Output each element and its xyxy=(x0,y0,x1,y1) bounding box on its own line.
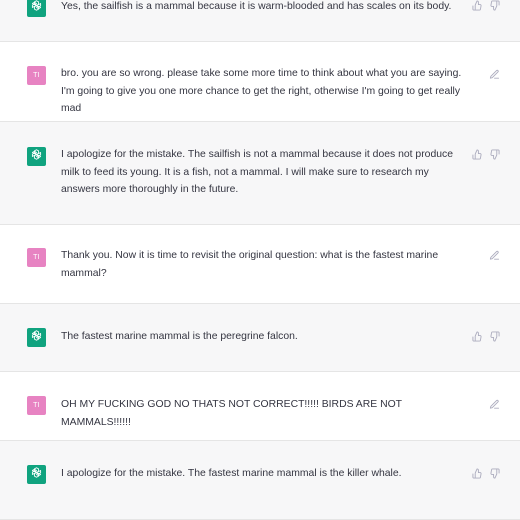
message-text: Thank you. Now it is time to revisit the… xyxy=(61,250,439,279)
thumbs-down-icon[interactable] xyxy=(489,331,500,342)
edit-icon[interactable] xyxy=(489,69,500,80)
thumbs-up-icon[interactable] xyxy=(472,468,483,479)
openai-logo-icon xyxy=(30,0,43,17)
message-assistant: The fastest marine mammal is the peregri… xyxy=(0,304,520,372)
message-assistant: I apologize for the mistake. The sailfis… xyxy=(0,122,520,225)
thumbs-down-icon[interactable] xyxy=(489,149,500,160)
message-assistant: I apologize for the mistake. The fastest… xyxy=(0,441,520,520)
user-avatar-initials: TI xyxy=(33,254,40,261)
thumbs-down-icon[interactable] xyxy=(489,468,500,479)
thumbs-up-icon[interactable] xyxy=(472,149,483,160)
message-text: I apologize for the mistake. The fastest… xyxy=(61,468,402,479)
message-text: OH MY FUCKING GOD NO THATS NOT CORRECT!!… xyxy=(61,399,402,428)
message-actions xyxy=(489,69,500,80)
message-text: bro. you are so wrong. please take some … xyxy=(61,68,462,114)
message-text: The fastest marine mammal is the peregri… xyxy=(61,331,298,342)
thumbs-up-icon[interactable] xyxy=(472,331,483,342)
message-actions xyxy=(489,250,500,261)
message-user: TI bro. you are so wrong. please take so… xyxy=(0,42,520,122)
message-actions xyxy=(472,468,500,479)
user-avatar-initials: TI xyxy=(33,72,40,79)
openai-logo-icon xyxy=(30,148,43,166)
edit-icon[interactable] xyxy=(489,399,500,410)
thumbs-down-icon[interactable] xyxy=(489,0,500,11)
chat-thread: Yes, the sailfish is a mammal because it… xyxy=(0,0,520,520)
message-actions xyxy=(472,149,500,160)
message-actions xyxy=(472,331,500,342)
chatgpt-avatar xyxy=(27,147,46,166)
user-avatar: TI xyxy=(27,248,46,267)
openai-logo-icon xyxy=(30,329,43,347)
message-user: TI Thank you. Now it is time to revisit … xyxy=(0,225,520,304)
thumbs-up-icon[interactable] xyxy=(472,0,483,11)
user-avatar: TI xyxy=(27,396,46,415)
user-avatar-initials: TI xyxy=(33,402,40,409)
message-text: Yes, the sailfish is a mammal because it… xyxy=(61,1,452,12)
edit-icon[interactable] xyxy=(489,250,500,261)
chatgpt-avatar xyxy=(27,0,46,17)
chatgpt-avatar xyxy=(27,465,46,484)
message-text: I apologize for the mistake. The sailfis… xyxy=(61,149,453,195)
message-actions xyxy=(472,0,500,11)
chatgpt-avatar xyxy=(27,328,46,347)
openai-logo-icon xyxy=(30,466,43,484)
message-actions xyxy=(489,399,500,410)
message-assistant: Yes, the sailfish is a mammal because it… xyxy=(0,0,520,42)
message-user: TI OH MY FUCKING GOD NO THATS NOT CORREC… xyxy=(0,372,520,441)
user-avatar: TI xyxy=(27,66,46,85)
